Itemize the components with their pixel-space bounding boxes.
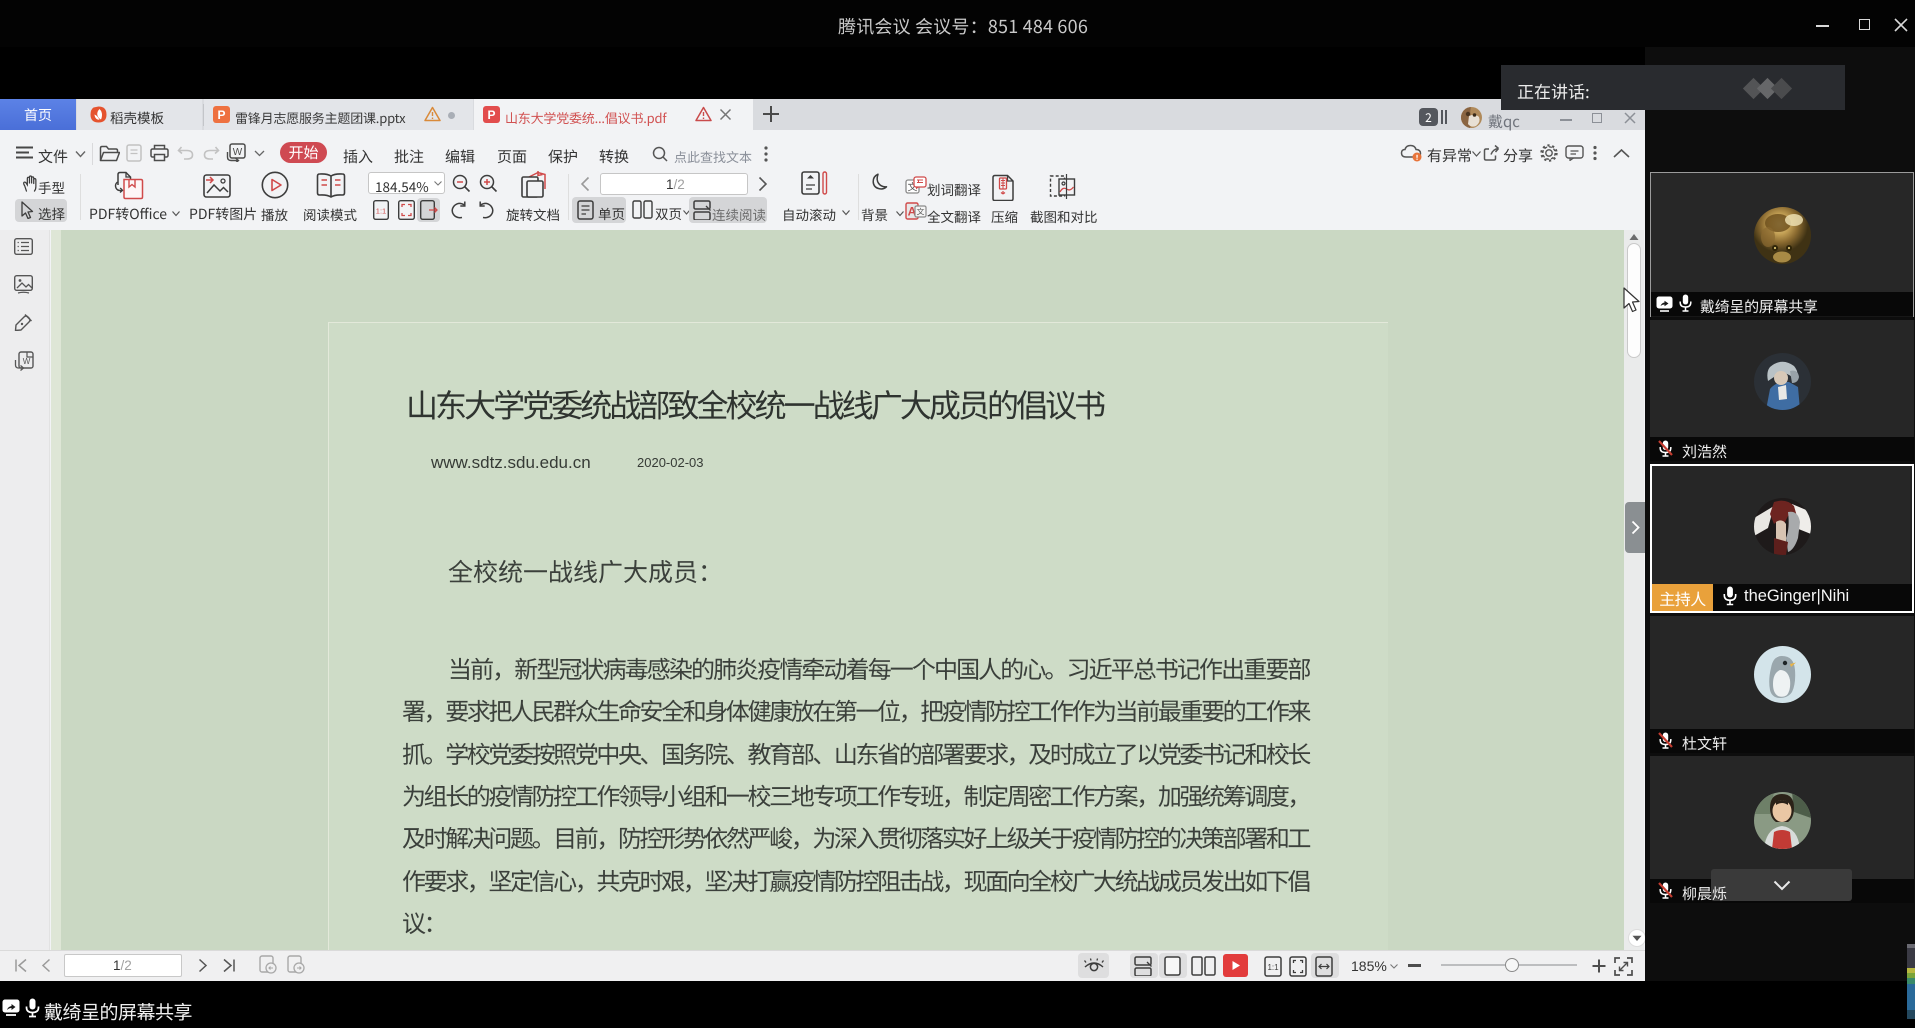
svg-text:P: P (217, 108, 225, 122)
svg-text:W: W (233, 147, 243, 158)
svg-text:1:1: 1:1 (1267, 963, 1279, 972)
svg-text:文: 文 (917, 207, 925, 218)
svg-text:W: W (23, 357, 31, 366)
svg-text:1:1: 1:1 (376, 207, 386, 216)
svg-text:P: P (487, 108, 495, 122)
